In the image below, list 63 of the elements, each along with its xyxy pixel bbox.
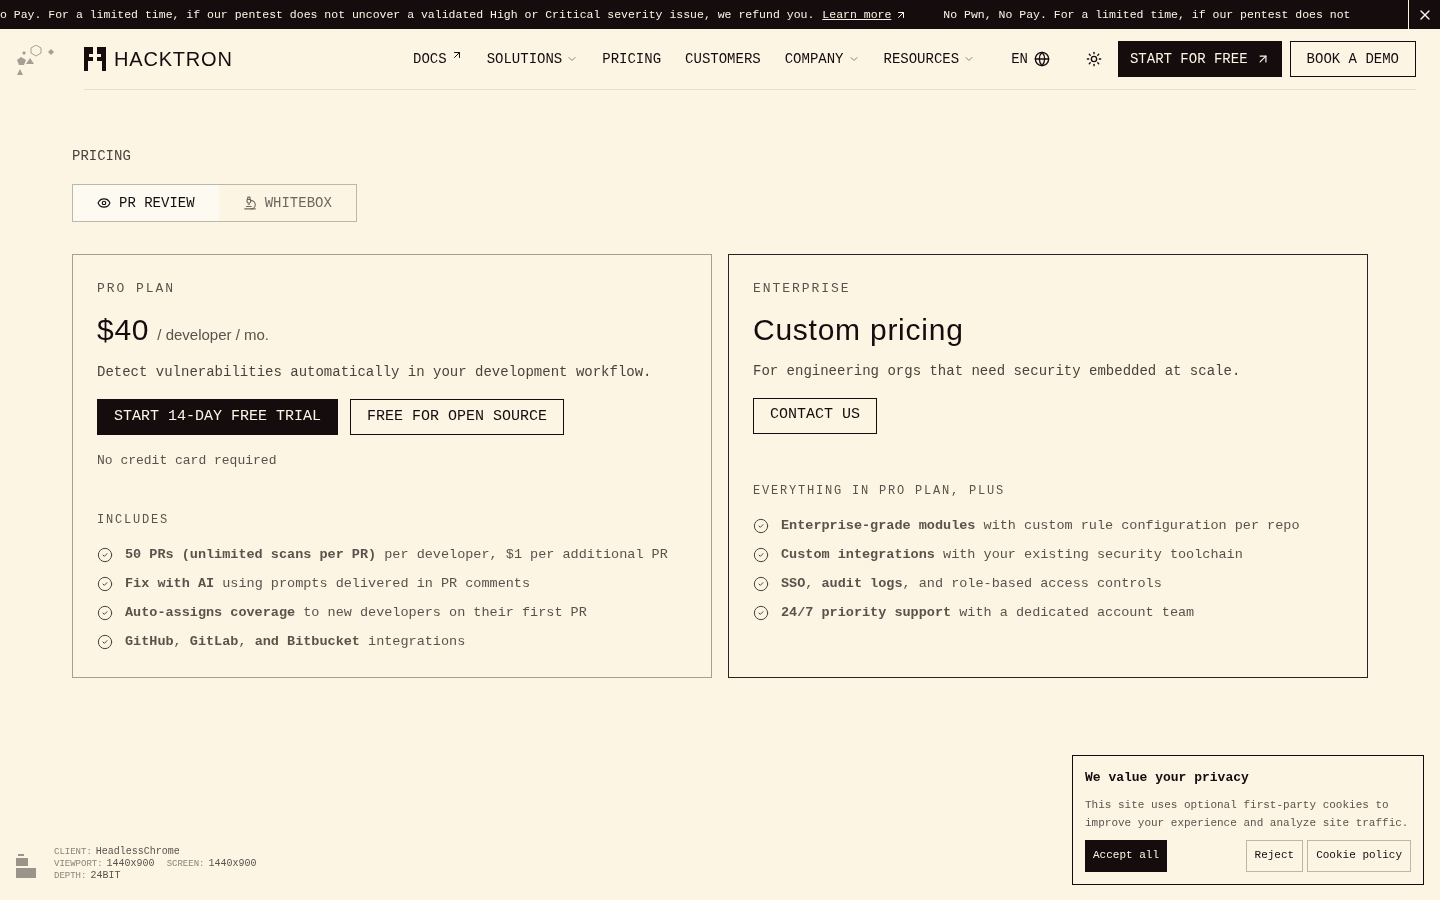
feature-text: Auto-assigns coverage to new developers on their first PR <box>125 604 587 622</box>
microscope-icon <box>242 196 257 210</box>
plan-note: No credit card required <box>97 452 278 470</box>
start-button[interactable]: START FOR FREE <box>1117 41 1282 77</box>
nav-link[interactable]: PRICING <box>602 48 662 70</box>
info-label: SCREEN: <box>166 858 205 870</box>
info-value: 24BIT <box>90 870 121 882</box>
check-icon <box>753 546 769 563</box>
action-button[interactable]: START 14-DAY FREE TRIAL <box>97 399 339 435</box>
check-icon <box>97 634 113 651</box>
plan-eyebrow: ENTERPRISE <box>753 280 852 298</box>
eye-icon <box>97 196 111 210</box>
section-label: PRICING <box>72 147 132 166</box>
nav-link[interactable]: RESOURCES <box>883 48 976 70</box>
nav-link[interactable]: DOCS <box>413 48 463 70</box>
action-button[interactable]: CONTACT US <box>753 397 877 434</box>
nav-link[interactable]: SOLUTIONS <box>486 48 579 70</box>
plan-description: For engineering orgs that need security embedded at scale. <box>753 361 1242 381</box>
info-label: DEPTH: <box>54 870 87 882</box>
plan-price: Custom pricing <box>753 314 964 345</box>
cookie-button[interactable]: Accept all <box>1085 839 1167 872</box>
plan-tab[interactable]: WHITEBOX <box>218 185 356 221</box>
learn-more-link[interactable]: Learn more <box>822 5 892 24</box>
check-icon <box>97 605 113 622</box>
price-unit: / developer / mo. <box>157 324 270 345</box>
cookie-title: We value your privacy <box>1085 769 1250 787</box>
plan-tab[interactable]: PR REVIEW <box>73 185 219 221</box>
check-icon <box>753 605 769 622</box>
feature-text: GitHub, GitLab, and Bitbucket integrations <box>125 633 466 652</box>
plan-price: $40 <box>97 314 150 345</box>
info-value: 1440x900 <box>208 858 257 870</box>
info-label: CLIENT: <box>54 846 92 858</box>
plan-description: Detect vulnerabilities automatically in your development workflow. <box>97 363 653 382</box>
theme-toggle-icon[interactable] <box>1085 51 1102 67</box>
nav-link[interactable]: CUSTOMERS <box>685 48 761 70</box>
announcement-text: No Pwn, No Pay. For a limited time, if our pentest does not <box>943 6 1351 23</box>
check-icon <box>753 576 769 593</box>
nav-link[interactable]: COMPANY <box>784 48 860 70</box>
feature-text: 50 PRs (unlimited scans per PR) per developer, $1 per additional PR <box>125 545 668 564</box>
globe-icon <box>1033 51 1050 67</box>
info-value: 1440x900 <box>106 858 155 870</box>
check-icon <box>97 575 113 592</box>
feature-text: Fix with AI using prompts delivered in PR comments <box>125 574 531 593</box>
feature-text: Enterprise-grade modules with custom rule configuration per repo <box>781 516 1300 535</box>
language-button[interactable]: EN <box>1011 48 1050 70</box>
check-icon <box>753 517 769 534</box>
check-icon <box>97 546 113 563</box>
feature-text: Custom integrations with your existing security toolchain <box>781 545 1243 564</box>
info-value: HeadlessChrome <box>95 846 180 858</box>
action-button[interactable]: FREE FOR OPEN SOURCE <box>350 399 565 435</box>
announcement-text: o Pay. For a limited time, if our pentest does not uncover a validated High or Critical severity issue, we refund you. <box>0 6 815 23</box>
features-heading: INCLUDES <box>97 511 170 529</box>
cookie-text: This site uses optional first-party cookies to improve your experience and analyze site traffic. <box>1085 797 1410 831</box>
info-label: VIEWPORT: <box>54 858 103 870</box>
plan-eyebrow: PRO PLAN <box>97 280 176 298</box>
feature-text: SSO, audit logs, and role-based access controls <box>781 575 1162 593</box>
brand-name: HACKTRON <box>114 47 233 72</box>
cookie-button[interactable]: Cookie policy <box>1307 839 1411 872</box>
features-heading: EVERYTHING IN PRO PLAN, PLUS <box>753 482 1007 500</box>
demo-button[interactable]: BOOK A DEMO <box>1289 41 1416 77</box>
logo-icon <box>84 47 106 71</box>
cookie-button[interactable]: Reject <box>1245 839 1304 872</box>
feature-text: 24/7 priority support with a dedicated account team <box>781 604 1195 623</box>
